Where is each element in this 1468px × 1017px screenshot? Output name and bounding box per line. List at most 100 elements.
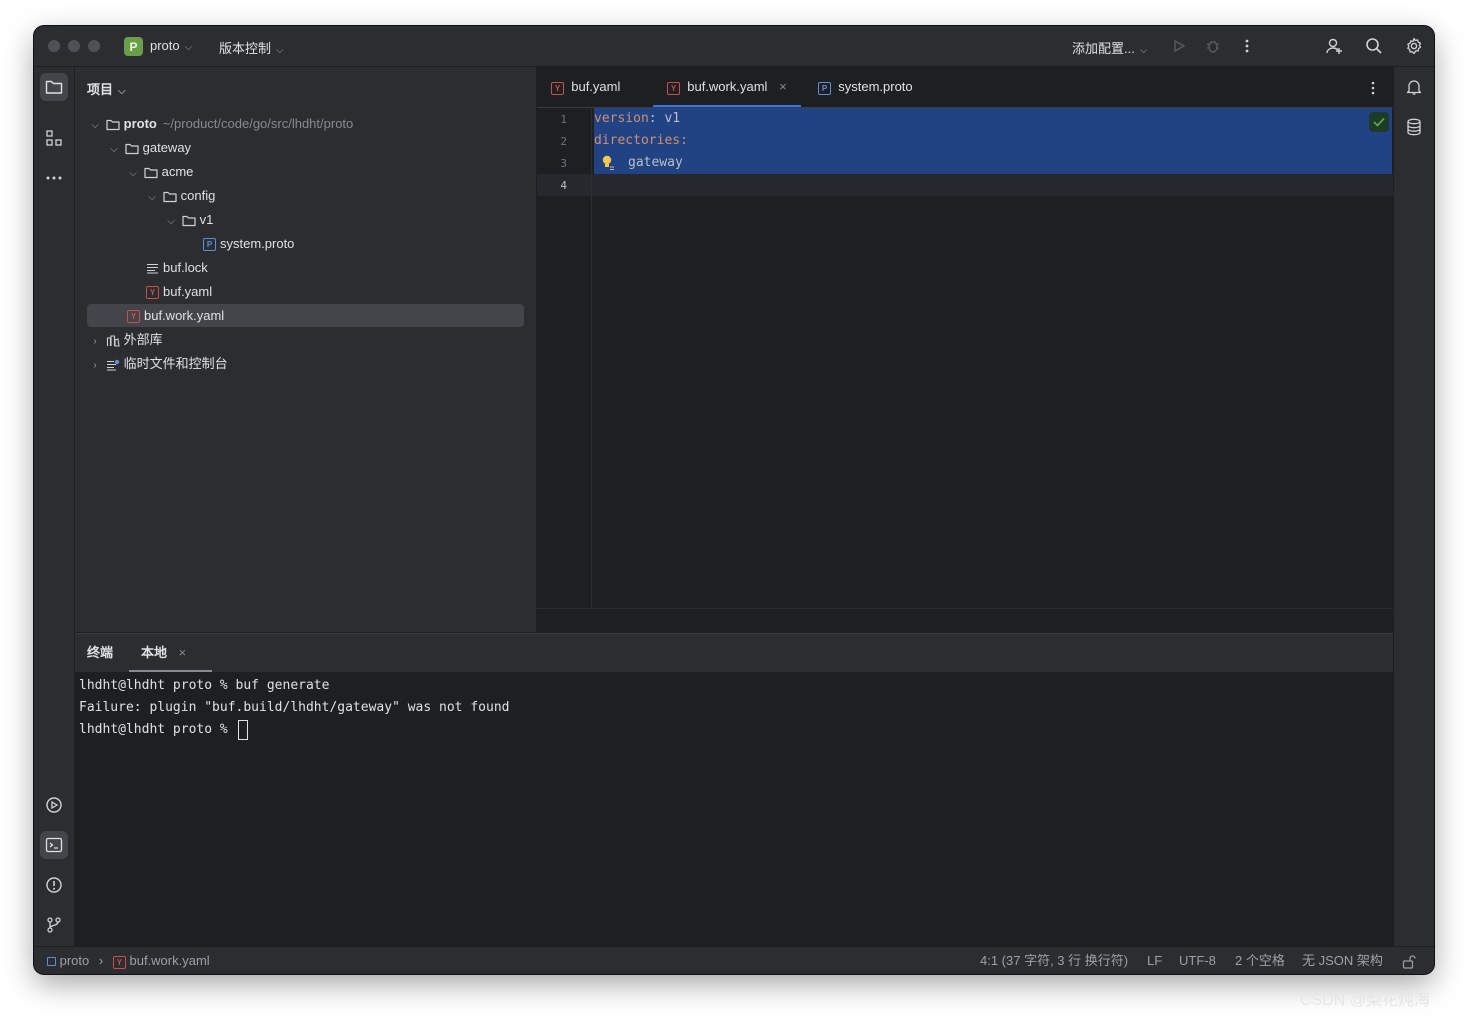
chevron-down-icon[interactable]: ⌵ [88, 115, 102, 137]
line-number: 3 [560, 157, 567, 170]
folder-icon [163, 191, 177, 203]
tree-item-path: ~/product/code/go/src/lhdht/proto [162, 116, 354, 131]
terminal-cursor [237, 719, 248, 740]
yaml-separator: : [648, 111, 665, 126]
services-tool-button[interactable] [40, 791, 68, 819]
folder-icon [125, 143, 139, 155]
lightbulb-icon[interactable] [601, 155, 615, 171]
tree-item-acme[interactable]: ⌵ acme [126, 161, 193, 183]
debug-icon[interactable] [1203, 36, 1223, 56]
more-vertical-icon[interactable] [1237, 36, 1257, 56]
vcs-label: 版本控制 [219, 41, 272, 56]
structure-tool-button[interactable] [40, 124, 68, 152]
close-tab-icon[interactable]: × [779, 79, 787, 94]
chevron-down-icon[interactable]: ⌵ [164, 211, 178, 233]
tree-item-system-proto[interactable]: Psystem.proto [203, 233, 294, 255]
yaml-key: directories [594, 133, 681, 148]
run-config-label: 添加配置... [1072, 41, 1135, 56]
yaml-value: gateway [628, 155, 683, 170]
right-tool-strip [1393, 67, 1434, 946]
code-line: version: v1 [594, 108, 680, 130]
tab-system-proto[interactable]: P system.proto [818, 67, 913, 107]
project-panel: 项目 ⌵ ⌵ proto ~/product/code/go/src/lhdht/p… [75, 67, 537, 632]
tree-item-label: 外部库 [123, 332, 163, 347]
chevron-down-icon[interactable]: ⌵ [126, 163, 140, 185]
indent-setting[interactable]: 2 个空格 [1235, 947, 1285, 974]
tab-options-icon[interactable] [1371, 67, 1375, 107]
text-file-icon [146, 263, 159, 274]
run-config-dropdown[interactable]: 添加配置... ⌵ [1072, 38, 1147, 57]
chevron-down-icon: ⌵ [118, 86, 126, 97]
tree-item-label: buf.lock [163, 260, 208, 275]
vcs-menu[interactable]: 版本控制 ⌵ [219, 38, 284, 57]
project-switcher[interactable]: proto ⌵ [150, 38, 192, 53]
tree-item-v1[interactable]: ⌵ v1 [164, 209, 213, 231]
breadcrumb-root[interactable]: proto [60, 953, 90, 968]
chevron-right-icon: › [98, 953, 104, 968]
tree-item-label: config [180, 188, 216, 203]
tab-label: 本地 [141, 645, 168, 660]
bell-icon[interactable] [1400, 73, 1428, 101]
minimize-window-button[interactable] [68, 40, 80, 52]
chevron-down-icon[interactable]: ⌵ [145, 187, 159, 209]
tab-buf-work-yaml[interactable]: Y buf.work.yaml × [653, 67, 801, 107]
chevron-right-icon[interactable]: › [88, 355, 102, 377]
module-icon [47, 957, 56, 967]
yaml-value: v1 [664, 111, 681, 126]
file-encoding[interactable]: UTF-8 [1179, 947, 1216, 974]
tree-item-label: buf.yaml [163, 284, 213, 299]
chevron-right-icon[interactable]: › [88, 331, 102, 353]
lock-icon[interactable] [1402, 947, 1416, 974]
add-user-icon[interactable] [1324, 36, 1344, 56]
tree-item-external-libraries[interactable]: › 外部库 [88, 329, 163, 353]
terminal-line: Failure: plugin "buf.build/lhdht/gateway… [79, 700, 510, 715]
proto-file-icon: P [203, 238, 216, 252]
terminal-panel-title: 终端 [87, 645, 114, 660]
more-tools-icon[interactable] [40, 164, 68, 192]
close-tab-icon[interactable]: × [179, 645, 187, 660]
yaml-file-icon: Y [551, 82, 564, 95]
problems-tool-button[interactable] [40, 871, 68, 899]
tree-item-proto[interactable]: ⌵ proto ~/product/code/go/src/lhdht/proto [88, 113, 353, 135]
terminal-prompt-line[interactable]: lhdht@lhdht proto % [79, 719, 248, 741]
zoom-window-button[interactable] [88, 40, 100, 52]
tab-buf-yaml[interactable]: Y buf.yaml [551, 67, 620, 107]
tree-item-buf-lock[interactable]: buf.lock [146, 257, 208, 279]
ide-window: P proto ⌵ 版本控制 ⌵ 添加配置... ⌵ 项目 ⌵ ⌵ proto … [34, 26, 1434, 974]
editor-horizontal-scrollbar[interactable] [537, 608, 1393, 633]
search-icon[interactable] [1364, 36, 1384, 56]
tree-item-buf-yaml[interactable]: Ybuf.yaml [146, 281, 212, 303]
project-tool-button[interactable] [40, 73, 68, 101]
inspection-ok-icon[interactable] [1369, 112, 1389, 132]
tree-item-buf-work-yaml[interactable]: Ybuf.work.yaml [127, 305, 224, 327]
git-branch-icon[interactable] [40, 911, 68, 939]
gear-icon[interactable] [1404, 36, 1424, 56]
editor-tab-bar: Y buf.yaml Y buf.work.yaml × P system.pr… [537, 67, 1393, 108]
breadcrumb[interactable]: proto › Y buf.work.yaml [47, 947, 210, 974]
tab-label: buf.work.yaml [687, 79, 768, 94]
tree-item-gateway[interactable]: ⌵ gateway [107, 137, 191, 159]
chevron-down-icon[interactable]: ⌵ [107, 139, 121, 161]
tree-item-label: system.proto [220, 236, 295, 251]
caret-position[interactable]: 4:1 (37 字符, 3 行 换行符) [980, 947, 1128, 974]
status-bar: proto › Y buf.work.yaml 4:1 (37 字符, 3 行 … [34, 946, 1434, 974]
chevron-down-icon: ⌵ [184, 42, 193, 53]
project-panel-header[interactable]: 项目 ⌵ [87, 79, 126, 98]
yaml-file-icon: Y [667, 82, 680, 95]
run-icon[interactable] [1169, 36, 1189, 56]
close-window-button[interactable] [48, 40, 60, 52]
panel-title: 项目 [87, 82, 114, 97]
tree-item-config[interactable]: ⌵ config [145, 185, 215, 207]
text-selection [594, 108, 1392, 174]
tab-terminal-local[interactable]: 本地 × [128, 634, 213, 672]
tree-item-scratches[interactable]: › 临时文件和控制台 [88, 353, 227, 377]
code-editor[interactable]: 1 2 3 4 version: v1 directories: gateway [537, 108, 1393, 608]
json-schema[interactable]: 无 JSON 架构 [1302, 947, 1383, 974]
line-ending[interactable]: LF [1147, 947, 1162, 974]
database-icon[interactable] [1400, 113, 1428, 141]
tree-item-label: gateway [142, 140, 192, 155]
breadcrumb-file[interactable]: buf.work.yaml [129, 953, 209, 968]
terminal-tool-button[interactable] [40, 831, 68, 859]
folder-icon [106, 119, 120, 131]
line-number: 2 [560, 135, 567, 148]
